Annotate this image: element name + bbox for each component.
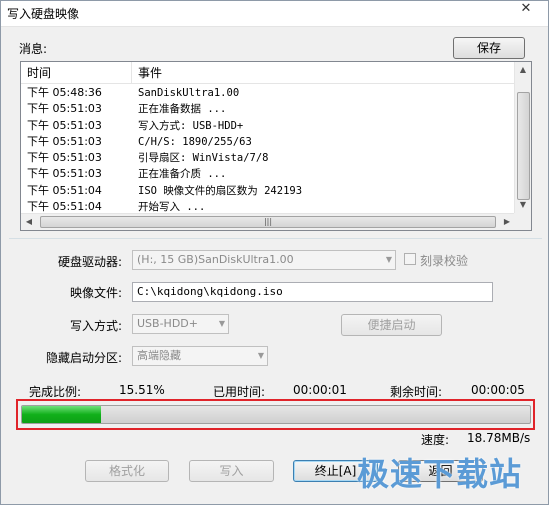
log-time: 下午 05:51:03 — [27, 118, 102, 132]
log-time: 下午 05:51:03 — [27, 167, 102, 181]
horizontal-scroll-thumb[interactable]: ||| — [40, 216, 496, 228]
scroll-up-icon[interactable]: ▲ — [515, 62, 531, 78]
log-row[interactable]: 下午 05:51:03 写入方式: USB-HDD+ — [21, 118, 515, 134]
drive-select-value: (H:, 15 GB)SanDiskUltra1.00 — [137, 253, 294, 266]
verify-checkbox[interactable] — [404, 253, 416, 265]
log-time: 下午 05:51:04 — [27, 200, 102, 213]
log-body: 下午 05:48:36 SanDiskUltra1.00 下午 05:51:03 正在… — [21, 85, 515, 213]
log-row[interactable]: 下午 05:51:04 开始写入 ... — [21, 199, 515, 213]
quick-boot-button[interactable]: 便捷启动 — [341, 314, 442, 336]
vertical-scroll-thumb[interactable] — [517, 92, 530, 200]
write-mode-label: 写入方式: — [70, 319, 123, 333]
log-time: 下午 05:51:03 — [27, 151, 102, 165]
image-file-label: 映像文件: — [70, 286, 123, 300]
speed-label: 速度: — [421, 433, 450, 447]
log-row[interactable]: 下午 05:48:36 SanDiskUltra1.00 — [21, 85, 515, 101]
image-file-field[interactable]: C:\kqidong\kqidong.iso — [132, 282, 493, 302]
hidden-partition-value: 高端隐藏 — [137, 349, 181, 362]
write-mode-value: USB-HDD+ — [137, 317, 198, 330]
log-event: 正在准备介质 ... — [138, 168, 227, 181]
log-event: C/H/S: 1890/255/63 — [138, 135, 252, 148]
scroll-corner — [514, 213, 531, 230]
messages-label: 消息: — [19, 42, 48, 56]
title-bar: 写入硬盘映像 ✕ — [1, 1, 548, 27]
write-mode-select[interactable]: USB-HDD+ ▼ — [132, 314, 229, 334]
log-event: 写入方式: USB-HDD+ — [138, 119, 244, 132]
message-log[interactable]: 时间 事件 下午 05:48:36 SanDiskUltra1.00 下午 05:5… — [20, 61, 532, 231]
save-button[interactable]: 保存 — [453, 37, 525, 59]
divider — [9, 238, 542, 239]
chevron-down-icon: ▼ — [218, 319, 225, 328]
remaining-value: 00:00:05 — [471, 383, 525, 397]
elapsed-value: 00:00:01 — [293, 383, 347, 397]
hidden-partition-select[interactable]: 高端隐藏 ▼ — [132, 346, 268, 366]
write-button[interactable]: 写入 — [189, 460, 274, 482]
log-event: ISO 映像文件的扇区数为 242193 — [138, 184, 303, 197]
format-button[interactable]: 格式化 — [85, 460, 169, 482]
remaining-label: 剩余时间: — [390, 385, 443, 399]
log-row[interactable]: 下午 05:51:03 C/H/S: 1890/255/63 — [21, 134, 515, 150]
scroll-right-icon[interactable]: ▶ — [499, 214, 515, 230]
close-icon[interactable]: ✕ — [512, 1, 540, 19]
log-header: 时间 事件 — [21, 62, 515, 84]
log-time: 下午 05:51:04 — [27, 183, 102, 197]
completion-value: 15.51% — [119, 383, 165, 397]
chevron-down-icon: ▼ — [385, 255, 392, 264]
chevron-down-icon: ▼ — [257, 351, 264, 360]
log-event: 正在准备数据 ... — [138, 103, 227, 116]
log-time: 下午 05:48:36 — [27, 86, 102, 99]
log-event: SanDiskUltra1.00 — [138, 87, 240, 99]
scroll-down-icon[interactable]: ▼ — [515, 197, 531, 213]
column-time[interactable]: 时间 — [21, 62, 132, 84]
log-time: 下午 05:51:03 — [27, 102, 102, 116]
write-disk-image-dialog: 写入硬盘映像 ✕ 消息: 保存 时间 事件 下午 05:48:36 SanDisk… — [0, 0, 549, 505]
log-row[interactable]: 下午 05:51:03 正在准备数据 ... — [21, 101, 515, 117]
log-row[interactable]: 下午 05:51:03 正在准备介质 ... — [21, 166, 515, 182]
log-row[interactable]: 下午 05:51:04 ISO 映像文件的扇区数为 242193 — [21, 183, 515, 199]
column-event[interactable]: 事件 — [132, 62, 515, 84]
log-row[interactable]: 下午 05:51:03 引导扇区: WinVista/7/8 — [21, 150, 515, 166]
drive-label: 硬盘驱动器: — [58, 255, 123, 269]
log-event: 引导扇区: WinVista/7/8 — [138, 152, 269, 165]
progress-fill — [22, 406, 101, 423]
horizontal-scrollbar[interactable]: ◀ ||| ▶ — [21, 213, 515, 230]
log-time: 下午 05:51:03 — [27, 134, 102, 148]
hidden-partition-label: 隐藏启动分区: — [46, 351, 123, 365]
watermark-logo: 极速下载站 — [357, 455, 523, 493]
speed-value: 18.78MB/s — [467, 431, 531, 445]
window-title: 写入硬盘映像 — [7, 7, 80, 21]
log-event: 开始写入 ... — [138, 201, 206, 213]
progress-bar — [21, 405, 531, 424]
scroll-left-icon[interactable]: ◀ — [21, 214, 37, 230]
drive-select[interactable]: (H:, 15 GB)SanDiskUltra1.00 ▼ — [132, 250, 396, 270]
completion-label: 完成比例: — [29, 385, 82, 399]
verify-label: 刻录校验 — [420, 254, 469, 268]
vertical-scrollbar[interactable]: ▲ ▼ — [514, 62, 531, 213]
elapsed-label: 已用时间: — [213, 385, 266, 399]
